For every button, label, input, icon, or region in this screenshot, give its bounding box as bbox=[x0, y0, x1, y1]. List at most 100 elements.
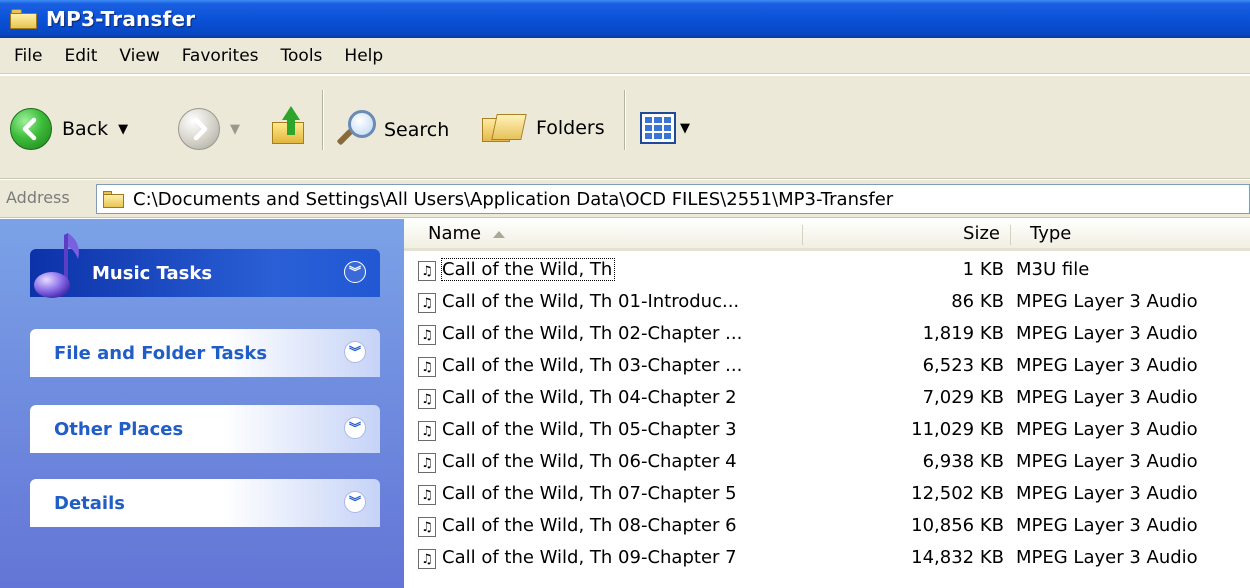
task-pane: Music Tasks ︾ File and Folder Tasks ︾ Ot… bbox=[0, 219, 404, 588]
chevron-down-icon[interactable]: ︾ bbox=[344, 417, 366, 439]
file-name: Call of the Wild, Th 03-Chapter ... bbox=[442, 355, 743, 376]
file-name: Call of the Wild, Th bbox=[440, 258, 616, 281]
table-row[interactable]: ♫ Call of the Wild, Th 06-Chapter 4 6,938 … bbox=[404, 447, 1250, 479]
address-bar: Address C:\Documents and Settings\All Us… bbox=[0, 180, 1250, 218]
file-type: MPEG Layer 3 Audio bbox=[1016, 323, 1198, 344]
column-divider[interactable] bbox=[1010, 225, 1011, 245]
views-dropdown-icon[interactable]: ▼ bbox=[680, 121, 690, 136]
column-header-size[interactable]: Size bbox=[804, 223, 1000, 244]
forward-button[interactable]: ▼ bbox=[178, 108, 240, 150]
menu-favorites[interactable]: Favorites bbox=[180, 44, 261, 68]
file-size: 6,523 KB bbox=[922, 355, 1004, 376]
up-folder-button[interactable] bbox=[268, 106, 308, 146]
column-header-type[interactable]: Type bbox=[1030, 223, 1071, 244]
music-file-icon: ♫ bbox=[418, 421, 436, 441]
menu-edit[interactable]: Edit bbox=[62, 44, 99, 68]
file-folder-tasks-panel[interactable]: File and Folder Tasks ︾ bbox=[30, 329, 380, 377]
menu-view[interactable]: View bbox=[117, 44, 161, 68]
file-type: MPEG Layer 3 Audio bbox=[1016, 451, 1198, 472]
folder-icon bbox=[10, 8, 38, 30]
music-file-icon: ♫ bbox=[418, 549, 436, 569]
file-size: 14,832 KB bbox=[911, 547, 1004, 568]
file-type: MPEG Layer 3 Audio bbox=[1016, 419, 1198, 440]
views-icon bbox=[640, 112, 676, 144]
other-places-panel[interactable]: Other Places ︾ bbox=[30, 405, 380, 453]
panel-title: Music Tasks bbox=[92, 262, 213, 284]
file-size: 7,029 KB bbox=[922, 387, 1004, 408]
file-size: 1 KB bbox=[962, 259, 1004, 280]
file-type: MPEG Layer 3 Audio bbox=[1016, 547, 1198, 568]
music-file-icon: ♫ bbox=[418, 453, 436, 473]
folders-button[interactable]: Folders bbox=[482, 110, 605, 146]
toolbar-separator bbox=[322, 90, 324, 150]
file-type: M3U file bbox=[1016, 259, 1090, 280]
sort-ascending-icon bbox=[493, 230, 506, 238]
file-name: Call of the Wild, Th 04-Chapter 2 bbox=[442, 387, 737, 408]
chevron-down-icon[interactable]: ︾ bbox=[344, 341, 366, 363]
file-rows: ♫ Call of the Wild, Th 1 KB M3U file ♫ Call … bbox=[404, 255, 1250, 575]
table-row[interactable]: ♫ Call of the Wild, Th 07-Chapter 5 12,502… bbox=[404, 479, 1250, 511]
music-file-icon: ♫ bbox=[418, 357, 436, 377]
address-path: C:\Documents and Settings\All Users\Appl… bbox=[133, 188, 894, 210]
file-name: Call of the Wild, Th 08-Chapter 6 bbox=[442, 515, 737, 536]
details-panel[interactable]: Details ︾ bbox=[30, 479, 380, 527]
file-size: 12,502 KB bbox=[911, 483, 1004, 504]
menu-bar: File Edit View Favorites Tools Help bbox=[0, 38, 1250, 74]
file-type: MPEG Layer 3 Audio bbox=[1016, 483, 1198, 504]
table-row[interactable]: ♫ Call of the Wild, Th 09-Chapter 7 14,832… bbox=[404, 543, 1250, 575]
forward-arrow-icon bbox=[178, 108, 220, 150]
music-file-icon: ♫ bbox=[418, 485, 436, 505]
back-dropdown-icon[interactable]: ▼ bbox=[118, 122, 128, 137]
table-row[interactable]: ♫ Call of the Wild, Th 04-Chapter 2 7,029 … bbox=[404, 383, 1250, 415]
table-row[interactable]: ♫ Call of the Wild, Th 05-Chapter 3 11,029… bbox=[404, 415, 1250, 447]
music-file-icon: ♫ bbox=[418, 293, 436, 313]
music-note-icon bbox=[34, 233, 79, 298]
music-file-icon: ♫ bbox=[418, 325, 436, 345]
table-row[interactable]: ♫ Call of the Wild, Th 02-Chapter ... 1,81… bbox=[404, 319, 1250, 351]
file-list: Name Size Type ♫ Call of the Wild, Th 1 KB… bbox=[404, 219, 1250, 588]
chevron-down-icon[interactable]: ︾ bbox=[344, 491, 366, 513]
back-button[interactable]: Back ▼ bbox=[10, 108, 128, 150]
file-size: 1,819 KB bbox=[922, 323, 1004, 344]
title-bar[interactable]: MP3-Transfer bbox=[0, 0, 1250, 38]
back-arrow-icon bbox=[10, 108, 52, 150]
address-label: Address bbox=[6, 188, 70, 207]
file-name: Call of the Wild, Th 09-Chapter 7 bbox=[442, 547, 737, 568]
folders-label: Folders bbox=[536, 117, 605, 139]
file-type: MPEG Layer 3 Audio bbox=[1016, 387, 1198, 408]
back-label: Back bbox=[62, 118, 109, 140]
column-header-row: Name Size Type bbox=[404, 219, 1250, 251]
folder-icon bbox=[103, 190, 125, 208]
up-folder-icon bbox=[268, 106, 308, 146]
file-name: Call of the Wild, Th 02-Chapter ... bbox=[442, 323, 743, 344]
table-row[interactable]: ♫ Call of the Wild, Th 08-Chapter 6 10,856… bbox=[404, 511, 1250, 543]
menu-help[interactable]: Help bbox=[342, 44, 385, 68]
search-label: Search bbox=[384, 119, 450, 141]
toolbar: Back ▼ ▼ Search Folders ▼ bbox=[0, 75, 1250, 179]
panel-title: Details bbox=[54, 492, 125, 514]
file-type: MPEG Layer 3 Audio bbox=[1016, 515, 1198, 536]
file-size: 86 KB bbox=[951, 291, 1004, 312]
table-row[interactable]: ♫ Call of the Wild, Th 1 KB M3U file bbox=[404, 255, 1250, 287]
file-size: 11,029 KB bbox=[911, 419, 1004, 440]
column-header-name[interactable]: Name bbox=[428, 223, 506, 244]
music-file-icon: ♫ bbox=[418, 517, 436, 537]
file-size: 6,938 KB bbox=[922, 451, 1004, 472]
search-icon bbox=[334, 108, 378, 152]
menu-file[interactable]: File bbox=[12, 44, 44, 68]
file-size: 10,856 KB bbox=[911, 515, 1004, 536]
column-divider[interactable] bbox=[802, 225, 803, 245]
file-name: Call of the Wild, Th 05-Chapter 3 bbox=[442, 419, 737, 440]
table-row[interactable]: ♫ Call of the Wild, Th 01-Introduc... 86 K… bbox=[404, 287, 1250, 319]
menu-tools[interactable]: Tools bbox=[279, 44, 325, 68]
address-input[interactable]: C:\Documents and Settings\All Users\Appl… bbox=[96, 184, 1250, 214]
search-button[interactable]: Search bbox=[334, 108, 449, 152]
toolbar-separator bbox=[624, 90, 626, 150]
views-button[interactable]: ▼ bbox=[640, 112, 690, 144]
table-row[interactable]: ♫ Call of the Wild, Th 03-Chapter ... 6,52… bbox=[404, 351, 1250, 383]
chevron-down-icon[interactable]: ︾ bbox=[344, 261, 366, 283]
panel-title: Other Places bbox=[54, 418, 184, 440]
file-name: Call of the Wild, Th 01-Introduc... bbox=[442, 291, 740, 312]
file-name: Call of the Wild, Th 06-Chapter 4 bbox=[442, 451, 737, 472]
forward-dropdown-icon[interactable]: ▼ bbox=[230, 122, 240, 137]
